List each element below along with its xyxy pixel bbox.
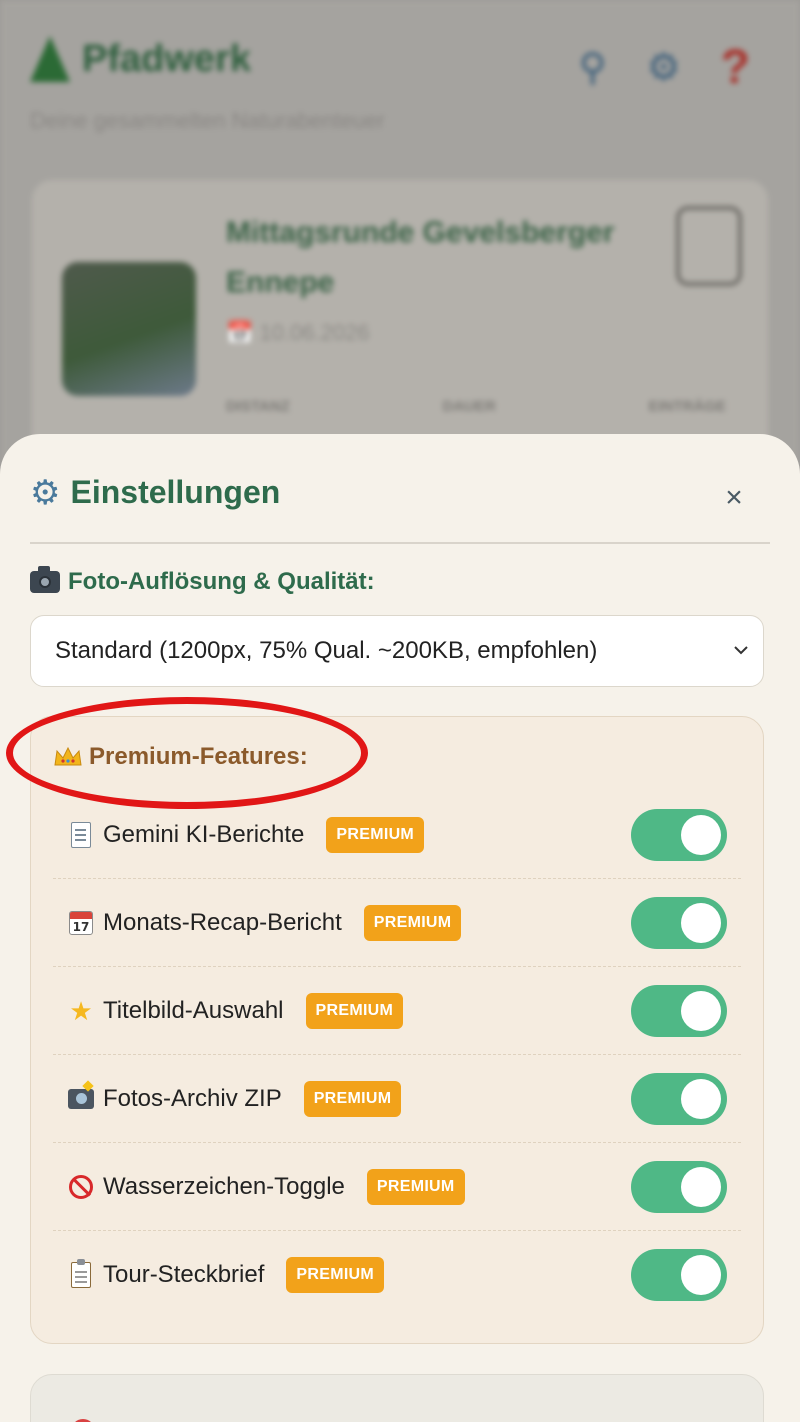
- premium-features-header: Premium-Features:: [53, 743, 308, 771]
- premium-feature-list: Gemini KI-Berichte PREMIUM 17 Monats-Rec…: [53, 791, 741, 1319]
- gemini-reports-toggle[interactable]: [631, 809, 727, 861]
- feature-label: Tour-Steckbrief: [103, 1261, 265, 1288]
- photo-quality-label: Foto-Auflösung & Qualität:: [30, 566, 375, 596]
- premium-badge: PREMIUM: [305, 992, 404, 1029]
- toggle-knob: [681, 1167, 721, 1207]
- feature-label: Monats-Recap-Bericht: [103, 908, 342, 936]
- header-divider: [30, 542, 770, 544]
- chevron-down-icon: [734, 646, 748, 655]
- settings-sheet: ⚙ Einstellungen × Foto-Auflösung & Quali…: [0, 434, 800, 1422]
- premium-badge: PREMIUM: [363, 904, 462, 941]
- toggle-knob: [681, 815, 721, 855]
- feature-row-gemini-reports: Gemini KI-Berichte PREMIUM: [53, 791, 741, 879]
- close-button[interactable]: ×: [712, 476, 756, 520]
- sheet-title: ⚙ Einstellungen: [30, 474, 280, 511]
- toggle-knob: [681, 1255, 721, 1295]
- feature-label: Wasserzeichen-Toggle: [103, 1172, 345, 1200]
- sheet-header: ⚙ Einstellungen ×: [30, 474, 770, 544]
- watermark-toggle[interactable]: [631, 1161, 727, 1213]
- tour-thumbnail: [62, 262, 196, 396]
- camera-flash-icon: [67, 1085, 95, 1113]
- premium-badge: PREMIUM: [366, 1168, 465, 1205]
- search-icon[interactable]: ⚲: [579, 45, 607, 90]
- no-entry-icon: [67, 1173, 95, 1201]
- monthly-recap-toggle[interactable]: [631, 897, 727, 949]
- feature-row-photo-archive: Fotos-Archiv ZIP PREMIUM: [53, 1055, 741, 1143]
- app-header: Pfadwerk ⚲ ⚙ ?: [30, 30, 770, 100]
- header-icons: ⚲ ⚙ ?: [579, 40, 750, 95]
- next-section-card: [30, 1374, 764, 1422]
- premium-features-panel: Premium-Features: Gemini KI-Berichte PRE…: [30, 716, 764, 1344]
- feature-label: Titelbild-Auswahl: [103, 996, 284, 1024]
- app-subtitle: Deine gesammelten Naturabenteuer: [30, 108, 385, 133]
- cover-image-toggle[interactable]: [631, 985, 727, 1037]
- photo-quality-value: Standard (1200px, 75% Qual. ~200KB, empf…: [55, 637, 598, 664]
- premium-badge: PREMIUM: [326, 816, 425, 853]
- gear-icon[interactable]: ⚙: [647, 45, 681, 90]
- feature-label: Fotos-Archiv ZIP: [103, 1084, 282, 1112]
- stat-label-distance: DISTANZ: [226, 398, 290, 415]
- clipboard-icon: [67, 1259, 95, 1289]
- app-title: Pfadwerk: [82, 37, 251, 80]
- photo-quality-label-text: Foto-Auflösung & Qualität:: [68, 568, 375, 595]
- stat-label-entries: EINTRÄGE: [648, 398, 726, 415]
- feature-row-monthly-recap: 17 Monats-Recap-Bericht PREMIUM: [53, 879, 741, 967]
- camera-icon: [30, 566, 60, 593]
- crown-icon: [54, 746, 82, 766]
- feature-row-watermark: Wasserzeichen-Toggle PREMIUM: [53, 1143, 741, 1231]
- tour-profile-toggle[interactable]: [631, 1249, 727, 1301]
- toggle-knob: [681, 903, 721, 943]
- stat-label-duration: DAUER: [442, 398, 496, 415]
- premium-features-label: Premium-Features:: [89, 743, 308, 770]
- sheet-title-text: Einstellungen: [70, 474, 281, 510]
- tour-date: 📅 10.06.2026: [226, 320, 370, 345]
- settings-gear-icon: ⚙: [30, 473, 61, 512]
- app-logo: Pfadwerk: [30, 36, 251, 82]
- toggle-knob: [681, 991, 721, 1031]
- tour-title: Mittagsrunde Gevelsberger Ennepe: [226, 216, 615, 299]
- photo-quality-select[interactable]: Standard (1200px, 75% Qual. ~200KB, empf…: [30, 615, 764, 687]
- premium-badge: PREMIUM: [303, 1080, 402, 1117]
- tour-stats: DISTANZ DAUER EINTRÄGE: [226, 398, 726, 415]
- photo-archive-toggle[interactable]: [631, 1073, 727, 1125]
- feature-label: Gemini KI-Berichte: [103, 820, 305, 848]
- tree-icon: [30, 36, 70, 82]
- feature-row-cover-image: ★ Titelbild-Auswahl PREMIUM: [53, 967, 741, 1055]
- calendar-icon: 17: [67, 909, 95, 937]
- help-icon[interactable]: ?: [721, 40, 750, 95]
- tour-date-value: 10.06.2026: [259, 320, 370, 345]
- premium-badge: PREMIUM: [286, 1257, 385, 1293]
- trash-icon[interactable]: [676, 206, 742, 286]
- document-icon: [67, 821, 95, 849]
- star-icon: ★: [69, 995, 93, 1026]
- feature-row-tour-profile: Tour-Steckbrief PREMIUM: [53, 1231, 741, 1319]
- toggle-knob: [681, 1079, 721, 1119]
